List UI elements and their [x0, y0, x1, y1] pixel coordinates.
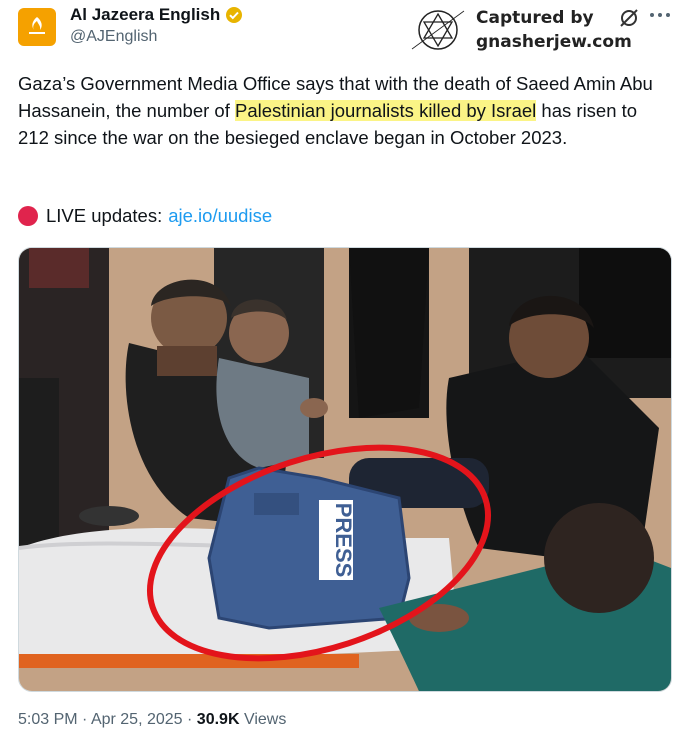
meta-separator: · — [82, 711, 88, 728]
views-label: Views — [243, 711, 287, 728]
author-handle[interactable]: @AJEnglish — [70, 28, 157, 46]
photo-scene: PRESS — [19, 248, 671, 691]
tweet-time[interactable]: 5:03 PM — [18, 711, 78, 728]
tweet-meta: 5:03 PM · Apr 25, 2025 · 30.9K Views — [18, 711, 286, 729]
live-dot-icon — [18, 206, 38, 226]
more-options-icon[interactable] — [649, 12, 671, 18]
avatar[interactable] — [18, 8, 56, 46]
aljazeera-logo-icon — [29, 17, 45, 34]
watermark-text: Captured by gnasherjew.com — [476, 6, 632, 54]
watermark-line1: Captured by — [476, 8, 594, 28]
live-label: LIVE updates: — [46, 205, 163, 226]
watermark: Captured by gnasherjew.com — [410, 6, 632, 54]
tweet-photo[interactable]: PRESS — [18, 247, 672, 692]
author-name[interactable]: Al Jazeera English — [70, 5, 220, 25]
grok-icon[interactable] — [618, 7, 640, 29]
live-link[interactable]: aje.io/uudise — [168, 205, 272, 227]
live-updates-line: LIVE updates: aje.io/uudise — [18, 205, 272, 227]
tweet-text: Gaza’s Government Media Office says that… — [18, 70, 668, 151]
views-count: 30.9K — [196, 711, 240, 728]
star-of-david-icon — [411, 10, 465, 50]
watermark-line2: gnasherjew.com — [476, 32, 632, 52]
meta-separator: · — [187, 711, 193, 728]
tweet-text-highlight: Palestinian journalists killed by Israel — [235, 100, 537, 121]
verified-badge-icon — [226, 7, 243, 23]
vest-press-text: PRESS — [331, 503, 356, 578]
author-name-row: Al Jazeera English — [70, 5, 243, 25]
tweet-date[interactable]: Apr 25, 2025 — [91, 711, 183, 728]
